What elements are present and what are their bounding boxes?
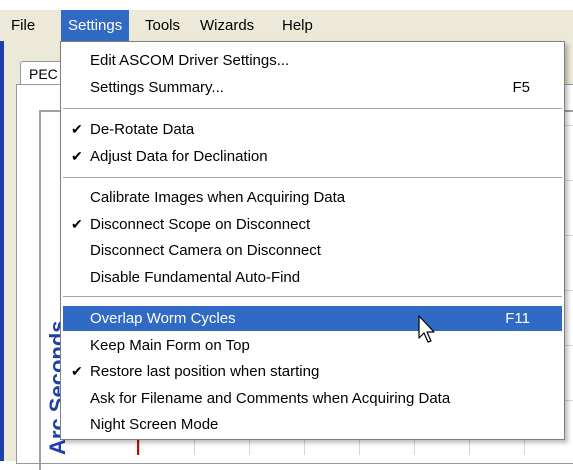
menu-item-adjust-data-for-declination[interactable]: ✔ Adjust Data for Declination <box>63 144 562 169</box>
menu-item-label: Edit ASCOM Driver Settings... <box>90 52 290 69</box>
menu-settings[interactable]: Settings <box>61 10 130 41</box>
menu-separator <box>63 177 562 178</box>
menu-item-label: Disable Fundamental Auto-Find <box>90 269 301 286</box>
menu-item-overlap-worm-cycles[interactable]: Overlap Worm Cycles F11 <box>63 306 562 331</box>
menu-item-label: Night Screen Mode <box>90 416 219 433</box>
menu-item-keep-main-form-on-top[interactable]: Keep Main Form on Top <box>63 333 562 358</box>
menu-item-label: Settings Summary... <box>90 79 224 96</box>
menu-item-label: Overlap Worm Cycles <box>90 310 236 327</box>
menu-tools[interactable]: Tools <box>138 10 187 41</box>
checkmark-icon: ✔ <box>71 363 83 379</box>
checkmark-icon: ✔ <box>71 216 83 232</box>
window-left-edge <box>0 41 4 461</box>
menu-item-label: Restore last position when starting <box>90 363 320 380</box>
menu-help[interactable]: Help <box>275 10 320 41</box>
menu-item-shortcut: F11 <box>505 310 530 327</box>
menu-item-disconnect-camera[interactable]: Disconnect Camera on Disconnect <box>63 238 562 263</box>
top-strip <box>0 0 573 10</box>
menu-item-edit-ascom-driver-settings[interactable]: Edit ASCOM Driver Settings... <box>63 48 562 73</box>
menu-item-settings-summary[interactable]: Settings Summary... F5 <box>63 75 562 100</box>
menu-item-disconnect-scope[interactable]: ✔ Disconnect Scope on Disconnect <box>63 212 562 237</box>
menu-separator <box>63 108 562 109</box>
menu-wizards[interactable]: Wizards <box>193 10 261 41</box>
menu-item-calibrate-images[interactable]: Calibrate Images when Acquiring Data <box>63 185 562 210</box>
menu-separator <box>63 296 562 297</box>
menu-item-label: Ask for Filename and Comments when Acqui… <box>90 390 451 407</box>
menu-item-label: Adjust Data for Declination <box>90 148 268 165</box>
menu-item-label: Disconnect Camera on Disconnect <box>90 242 321 259</box>
menu-file[interactable]: File <box>4 10 42 41</box>
menu-item-disable-fundamental-auto-find[interactable]: Disable Fundamental Auto-Find <box>63 265 562 290</box>
checkmark-icon: ✔ <box>71 121 83 137</box>
menu-item-label: Keep Main Form on Top <box>90 337 250 354</box>
menu-item-shortcut: F5 <box>512 79 530 96</box>
menu-item-label: De-Rotate Data <box>90 121 195 138</box>
menu-item-restore-last-position[interactable]: ✔ Restore last position when starting <box>63 359 562 384</box>
menu-item-de-rotate-data[interactable]: ✔ De-Rotate Data <box>63 117 562 142</box>
menu-item-night-screen-mode[interactable]: Night Screen Mode <box>63 412 562 437</box>
mouse-pointer-icon <box>418 315 435 343</box>
menu-item-label: Disconnect Scope on Disconnect <box>90 216 311 233</box>
settings-dropdown-menu: Edit ASCOM Driver Settings... Settings S… <box>60 41 565 440</box>
menu-item-label: Calibrate Images when Acquiring Data <box>90 189 346 206</box>
checkmark-icon: ✔ <box>71 148 83 164</box>
menu-bar: File Settings Tools Wizards Help <box>0 10 573 42</box>
menu-item-ask-for-filename[interactable]: Ask for Filename and Comments when Acqui… <box>63 386 562 411</box>
